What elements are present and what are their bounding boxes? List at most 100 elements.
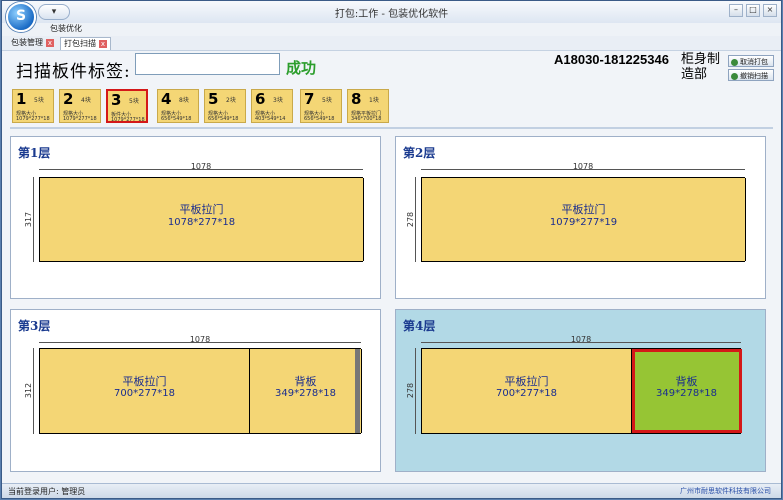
status-company: 广州市耐思软件科技有限公司 (680, 487, 771, 495)
window-title: 打包:工作 - 包装优化软件 (334, 9, 449, 20)
minimize-button[interactable]: – (729, 4, 743, 17)
layer-tile-num: 5 (208, 90, 219, 108)
height-dimension-label: 312 (24, 382, 34, 399)
packing-layer-board: 平板拉门 1078*277*18 (39, 177, 364, 262)
empty-space (355, 349, 360, 433)
part-size: 700*277*18 (496, 388, 557, 400)
tab-package-management[interactable]: 包装管理 x (8, 37, 57, 49)
layer-tile-num: 6 (255, 90, 266, 108)
layer-panel-3: 第3层 1078 312 平板拉门 700*277*18 背板 349*278*18 (10, 309, 381, 472)
layer-tile-l2: 1079*277*18 (16, 116, 50, 122)
width-dimension-label: 1078 (190, 162, 212, 171)
tab-bar: 包装管理 x 打包扫描 x (2, 36, 781, 51)
scan-status: 成功 (286, 59, 317, 77)
layer-tile-4[interactable]: 4 8块 规格大小 656*549*18 (157, 89, 199, 123)
layer-tile-l2: 656*549*18 (161, 116, 192, 122)
layer-tiles: 1 5块 规格大小 1079*277*18 2 4块 规格大小 1079*277*18 3 5块板… (2, 85, 781, 129)
board-part[interactable]: 平板拉门 700*277*18 (422, 349, 632, 433)
part-size: 1078*277*18 (167, 217, 236, 228)
layer-tile-num: 4 (161, 90, 172, 108)
layer-tile-num: 8 (351, 90, 362, 108)
refresh-icon (731, 72, 738, 80)
scan-label: 扫描板件标签: (16, 62, 131, 82)
app-window: S ▾ 打包:工作 - 包装优化软件 – □ × 包装优化 包装管理 x 打包扫描… (1, 0, 782, 499)
layer-tile-count: 1块 (369, 97, 379, 104)
width-dimension-label: 1078 (189, 335, 211, 344)
app-logo-icon[interactable]: S (6, 2, 36, 32)
close-button[interactable]: × (763, 4, 777, 17)
panel-title: 第4层 (403, 319, 436, 333)
board-part[interactable]: 平板拉门 1079*277*19 (422, 178, 746, 261)
undo-scan-button[interactable]: 撤销扫描 (728, 69, 774, 81)
height-dimension-line (415, 177, 416, 262)
order-number: A18030-181225346 (554, 52, 669, 67)
height-dimension-label: 278 (406, 211, 416, 227)
button-label: 撤销扫描 (740, 72, 768, 80)
layer-tile-num: 2 (63, 90, 74, 108)
width-dimension-label: 1078 (572, 162, 594, 171)
layer-tile-l2: 1079*277*18 (63, 116, 97, 122)
layer-tile-7[interactable]: 7 5块 规格大小 656*549*18 (300, 89, 342, 123)
layer-tile-l2: 656*549*18 (208, 116, 239, 122)
maximize-button[interactable]: □ (746, 4, 760, 17)
height-dimension-line (415, 348, 416, 434)
scan-input[interactable] (135, 53, 280, 75)
part-name: 平板拉门 (179, 203, 224, 217)
panel-title: 第1层 (18, 146, 51, 160)
part-size: 349*278*18 (656, 388, 717, 400)
part-name: 平板拉门 (122, 374, 167, 388)
layer-tile-num: 3 (111, 91, 122, 109)
layer-panel-1: 第1层 1078 317 平板拉门 1078*277*18 (10, 136, 381, 299)
layer-tile-l2: 656*549*18 (304, 116, 335, 122)
layer-tile-count: 2块 (226, 97, 236, 104)
layer-tile-count: 5块 (322, 97, 332, 104)
board-part[interactable]: 平板拉门 700*277*18 (40, 349, 250, 433)
layer-tile-count: 8块 (179, 97, 189, 104)
tab-label: 打包扫描 (64, 39, 96, 48)
window-controls: – □ × (729, 4, 777, 17)
cabinet-department: 柜身制造部 (681, 52, 721, 82)
cancel-pack-button[interactable]: 取消打包 (728, 55, 774, 67)
layer-tile-l2: 346*700*18 (351, 116, 382, 122)
part-size: 1079*277*19 (549, 217, 618, 228)
packing-layer-board: 平板拉门 700*277*18 背板 349*278*18 (39, 348, 362, 434)
menu-bar: 包装优化 (2, 23, 781, 36)
layer-tile-count: 4块 (81, 97, 91, 104)
layer-tile-1[interactable]: 1 5块 规格大小 1079*277*18 (12, 89, 54, 123)
board-part[interactable]: 背板 349*278*18 (250, 349, 362, 433)
packing-layer-board: 平板拉门 1079*277*19 (421, 177, 746, 262)
layer-tile-count: 5块 (34, 97, 44, 104)
close-icon[interactable]: x (46, 38, 54, 47)
layer-tile-count: 5块 (129, 98, 139, 105)
tab-package-scan[interactable]: 打包扫描 x (60, 37, 111, 50)
layer-tile-num: 1 (16, 90, 27, 108)
layer-tile-num: 7 (304, 90, 315, 108)
height-dimension-label: 278 (406, 382, 416, 399)
layer-tile-2[interactable]: 2 4块 规格大小 1079*277*18 (59, 89, 101, 123)
height-dimension-line (33, 348, 34, 434)
divider (10, 127, 773, 129)
layer-tile-3[interactable]: 3 5块 板件大小 1079*277*18 (106, 89, 148, 123)
layer-tile-l2: 403*549*14 (255, 116, 286, 122)
width-dimension-label: 1078 (570, 335, 592, 344)
layer-tile-8[interactable]: 8 1块 规格平板拉门 346*700*18 (347, 89, 389, 123)
board-part[interactable]: 背板 349*278*18 (632, 349, 742, 433)
menu-item-packaging[interactable]: 包装优化 (50, 23, 82, 34)
layer-panel-4: 第4层 1078 278 平板拉门 700*277*18 背板 349*278*18 (395, 309, 766, 472)
part-name: 背板 (294, 374, 317, 388)
height-dimension-label: 317 (24, 211, 34, 227)
status-bar: 当前登录用户: 管理员 广州市耐思软件科技有限公司 (2, 483, 781, 498)
layer-tile-count: 3块 (273, 97, 283, 104)
undo-icon (731, 58, 738, 66)
close-icon[interactable]: x (99, 39, 107, 48)
part-size: 700*277*18 (114, 388, 175, 400)
board-part[interactable]: 平板拉门 1078*277*18 (40, 178, 364, 261)
packing-layer-board: 平板拉门 700*277*18 背板 349*278*18 (421, 348, 742, 434)
tab-label: 包装管理 (11, 38, 43, 47)
part-size: 349*278*18 (275, 388, 336, 400)
button-label: 取消打包 (740, 58, 768, 66)
layer-tile-l2: 1079*277*18 (111, 117, 145, 123)
layer-tile-5[interactable]: 5 2块 规格大小 656*549*18 (204, 89, 246, 123)
height-dimension-line (33, 177, 34, 262)
layer-tile-6[interactable]: 6 3块 规格大小 403*549*14 (251, 89, 293, 123)
